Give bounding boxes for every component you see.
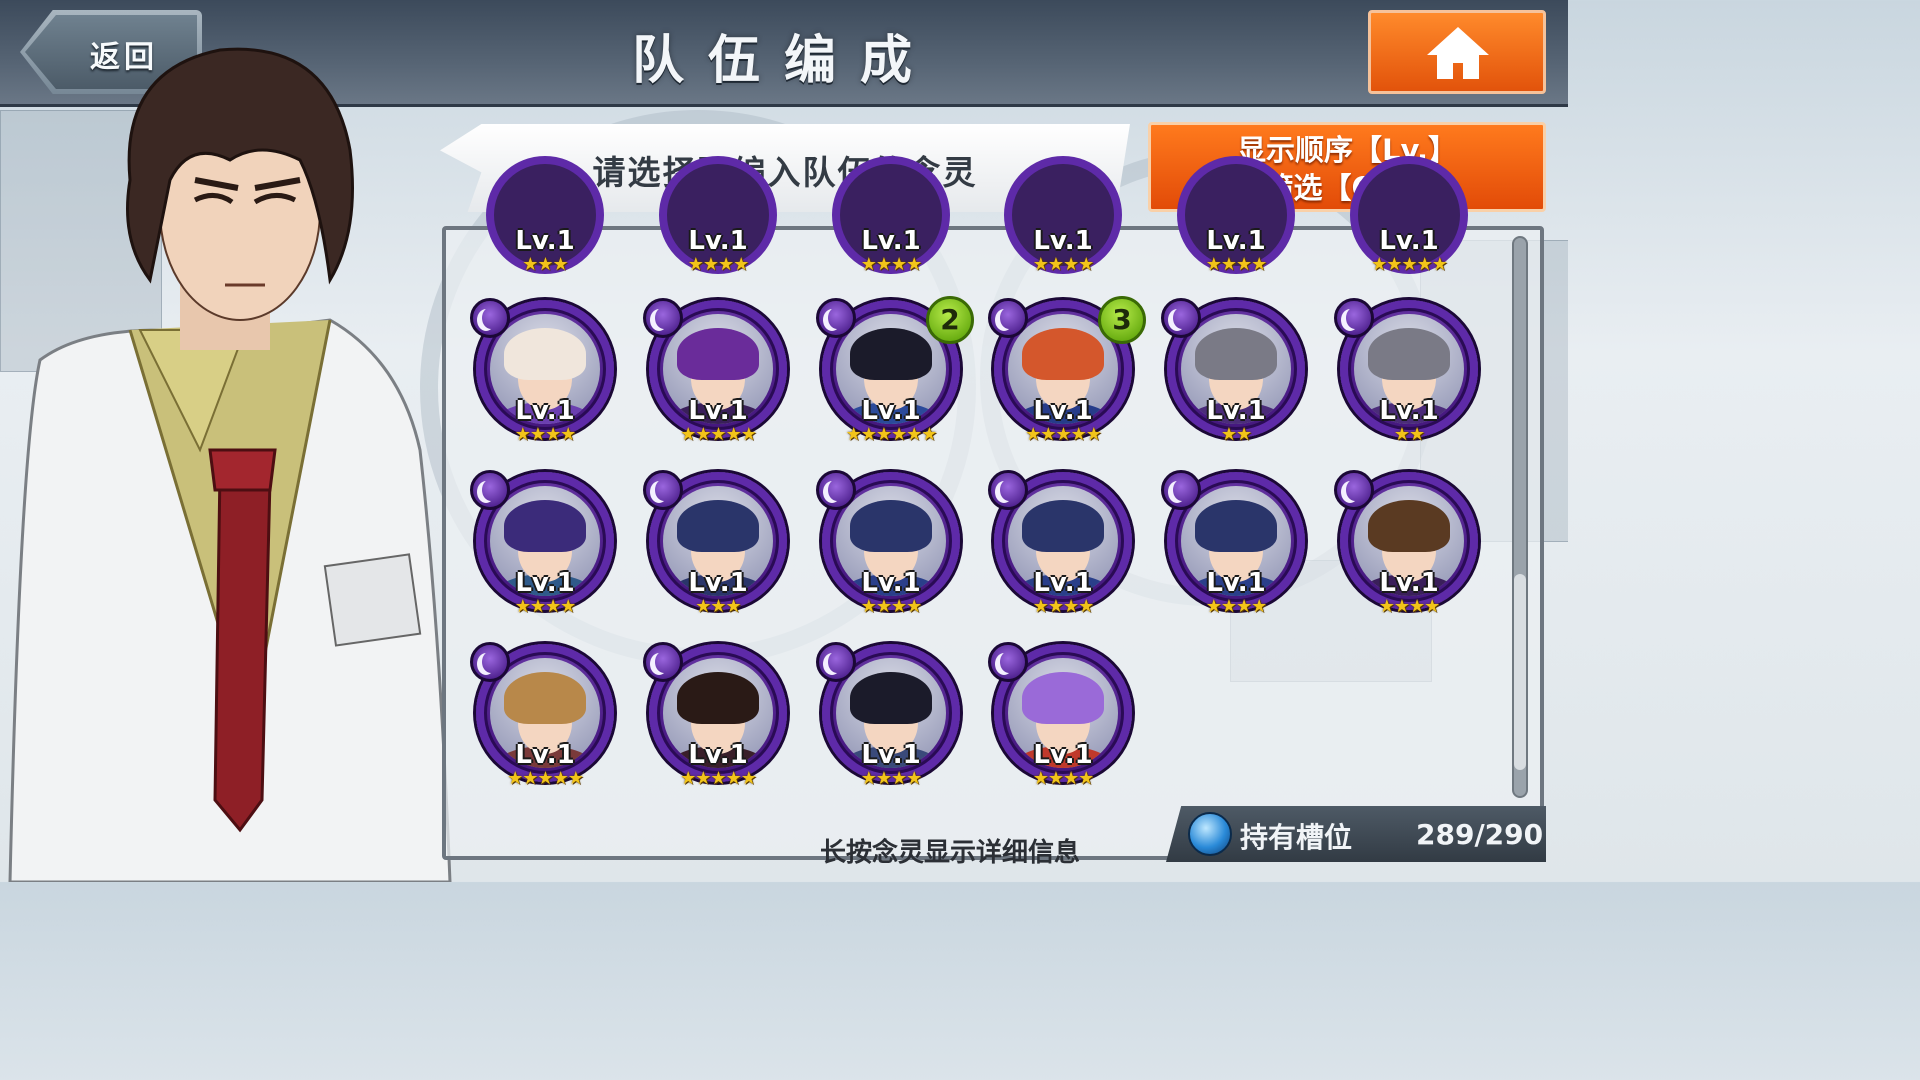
unit-level: Lv.1 (1379, 396, 1439, 426)
unit-card[interactable]: Lv.1 ★★★★★ (470, 642, 622, 804)
unit-stars: ★★★★ (514, 424, 577, 445)
unit-card[interactable]: Lv.1 ★★ (1334, 298, 1486, 460)
unit-stars: ★★★★ (860, 254, 923, 275)
unit-stars: ★★★★ (860, 596, 923, 617)
unit-level: Lv.1 (861, 226, 921, 256)
moon-attribute-icon (643, 470, 683, 510)
unit-card[interactable]: Lv.1 ★★★ (643, 470, 795, 632)
moon-attribute-icon (643, 642, 683, 682)
unit-level: Lv.1 (1033, 226, 1093, 256)
unit-card[interactable]: Lv.1 ★★★★ (1334, 470, 1486, 632)
unit-level: Lv.1 (515, 568, 575, 598)
unit-stars: ★★★★ (1205, 596, 1268, 617)
unit-card-partial[interactable]: Lv.1 ★★★★ (645, 156, 795, 276)
long-press-hint: 长按念灵显示详细信息 (820, 838, 1081, 868)
unit-level: Lv.1 (1379, 226, 1439, 256)
unit-card[interactable]: Lv.1 ★★★★ (988, 470, 1140, 632)
unit-card[interactable]: Lv.1 ★★★★★ (643, 642, 795, 804)
unit-stars: ★★★★★ (680, 768, 757, 789)
unit-level: Lv.1 (1206, 568, 1266, 598)
character-portrait (8, 47, 452, 882)
unit-stars: ★★★★ (860, 768, 923, 789)
unit-stars: ★★ (1393, 424, 1425, 445)
unit-level: Lv.1 (1033, 396, 1093, 426)
unit-level: Lv.1 (688, 568, 748, 598)
moon-attribute-icon (1161, 470, 1201, 510)
unit-level: Lv.1 (1379, 568, 1439, 598)
unit-stars: ★★★★ (1205, 254, 1268, 275)
moon-attribute-icon (643, 298, 683, 338)
moon-attribute-icon (1334, 298, 1374, 338)
unit-card[interactable]: Lv.1 ★★ (1161, 298, 1313, 460)
unit-level: Lv.1 (515, 226, 575, 256)
slot-label: 持有槽位 (1240, 821, 1353, 854)
unit-level: Lv.1 (688, 396, 748, 426)
unit-stars: ★★★ (695, 596, 741, 617)
unit-stars: ★★★★ (687, 254, 750, 275)
unit-stars: ★★★★★ (680, 424, 757, 445)
moon-attribute-icon (816, 642, 856, 682)
slot-orb-icon (1188, 812, 1232, 856)
unit-stars: ★★★★★ (507, 768, 584, 789)
unit-card-partial[interactable]: Lv.1 ★★★★ (990, 156, 1140, 276)
unit-stars: ★★★★ (1032, 254, 1095, 275)
moon-attribute-icon (988, 298, 1028, 338)
scrollbar-thumb[interactable] (1514, 574, 1526, 770)
unit-card[interactable]: Lv.1 ★★★★ (1161, 470, 1313, 632)
unit-card[interactable]: Lv.1 ★★★★ (816, 470, 968, 632)
home-icon (1427, 27, 1489, 79)
unit-card-partial[interactable]: Lv.1 ★★★★★ (1336, 156, 1486, 276)
unit-card[interactable]: Lv.1 ★★★★★ (643, 298, 795, 460)
unit-card[interactable]: Lv.1 ★★★★ (988, 642, 1140, 804)
unit-level: Lv.1 (861, 740, 921, 770)
unit-card-partial[interactable]: Lv.1 ★★★ (472, 156, 622, 276)
unit-level: Lv.1 (1033, 740, 1093, 770)
slot-count: 289/290 (1416, 818, 1544, 851)
unit-level: Lv.1 (688, 226, 748, 256)
unit-card-partial[interactable]: Lv.1 ★★★★ (1163, 156, 1313, 276)
unit-stars: ★★★★★★ (845, 424, 938, 445)
moon-attribute-icon (1334, 470, 1374, 510)
moon-attribute-icon (470, 298, 510, 338)
unit-card[interactable]: Lv.1 ★★★★ (816, 642, 968, 804)
unit-level: Lv.1 (1206, 226, 1266, 256)
unit-card[interactable]: Lv.1 ★★★★ (470, 298, 622, 460)
unit-card[interactable]: Lv.1 ★★★★★ 3 (988, 296, 1146, 460)
unit-stars: ★★★★★ (1025, 424, 1102, 445)
unit-card-partial[interactable]: Lv.1 ★★★★ (818, 156, 968, 276)
unit-level: Lv.1 (1033, 568, 1093, 598)
unit-level: Lv.1 (515, 396, 575, 426)
unit-level: Lv.1 (861, 396, 921, 426)
unit-level: Lv.1 (688, 740, 748, 770)
unit-stars: ★★★ (522, 254, 568, 275)
unit-stars: ★★ (1220, 424, 1252, 445)
unit-stars: ★★★★ (1032, 596, 1095, 617)
moon-attribute-icon (988, 642, 1028, 682)
duplicate-count-badge: 3 (1098, 296, 1146, 344)
unit-level: Lv.1 (515, 740, 575, 770)
moon-attribute-icon (1161, 298, 1201, 338)
moon-attribute-icon (988, 470, 1028, 510)
unit-level: Lv.1 (1206, 396, 1266, 426)
moon-attribute-icon (470, 642, 510, 682)
moon-attribute-icon (816, 470, 856, 510)
moon-attribute-icon (470, 470, 510, 510)
unit-stars: ★★★★ (514, 596, 577, 617)
duplicate-count-badge: 2 (926, 296, 974, 344)
unit-stars: ★★★★ (1378, 596, 1441, 617)
home-button[interactable] (1368, 10, 1546, 94)
unit-stars: ★★★★★ (1371, 254, 1448, 275)
unit-level: Lv.1 (861, 568, 921, 598)
unit-stars: ★★★★ (1032, 768, 1095, 789)
moon-attribute-icon (816, 298, 856, 338)
unit-card[interactable]: Lv.1 ★★★★ (470, 470, 622, 632)
unit-card[interactable]: Lv.1 ★★★★★★ 2 (816, 296, 974, 460)
